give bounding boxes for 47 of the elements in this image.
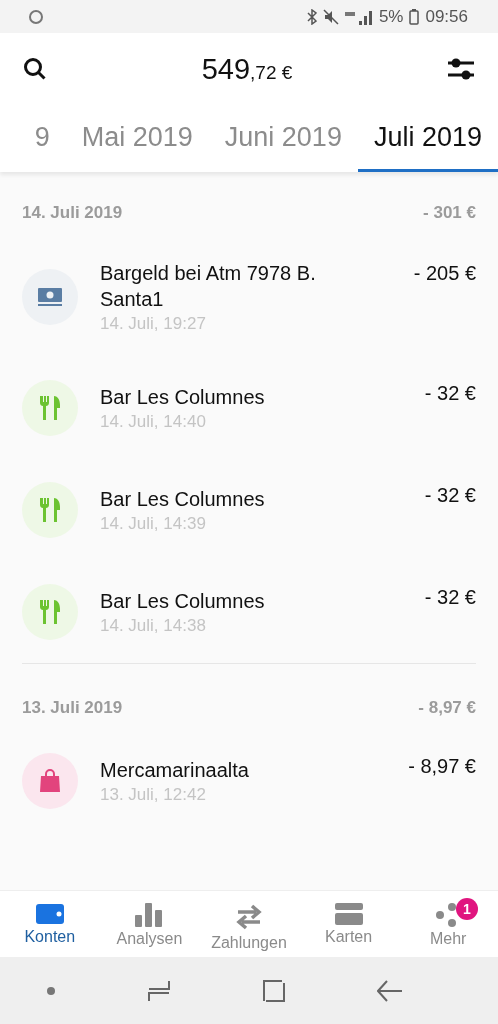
transfer-icon bbox=[234, 903, 264, 931]
transaction-amount: - 32 € bbox=[424, 483, 476, 507]
clock: 09:56 bbox=[425, 6, 468, 27]
month-tab[interactable]: 9 bbox=[18, 105, 66, 172]
transaction-amount: - 205 € bbox=[413, 261, 476, 285]
battery-percent: 5% bbox=[378, 6, 404, 27]
recents-icon bbox=[146, 978, 171, 1003]
month-tab[interactable]: Mai 2019 bbox=[65, 105, 209, 172]
transaction-title: Bar Les Columnes bbox=[100, 385, 266, 410]
search-button[interactable] bbox=[22, 56, 48, 82]
group-date: 13. Juli 2019 bbox=[22, 698, 123, 718]
battery-icon bbox=[409, 8, 420, 25]
fork-knife-icon bbox=[38, 395, 62, 421]
notification-badge: 1 bbox=[455, 898, 478, 920]
nav-tab[interactable]: Analysen bbox=[99, 891, 200, 957]
transaction-title: Bar Les Columnes bbox=[100, 487, 266, 512]
bluetooth-icon bbox=[306, 8, 317, 25]
banknote-icon bbox=[37, 287, 63, 307]
transaction-title: Bar Les Columnes bbox=[100, 589, 266, 614]
mute-icon bbox=[322, 8, 339, 25]
bar-chart-icon bbox=[135, 903, 164, 927]
balance: 549,72 € bbox=[201, 52, 293, 86]
group-total: - 8,97 € bbox=[418, 698, 476, 718]
nav-tab[interactable]: Mehr 1 bbox=[398, 891, 498, 957]
month-tab[interactable]: Juli 2019 bbox=[357, 105, 498, 172]
transaction-amount: - 8,97 € bbox=[408, 754, 476, 778]
fork-knife-icon bbox=[38, 497, 62, 523]
month-tab[interactable]: Juni 2019 bbox=[208, 105, 358, 172]
group-date: 14. Juli 2019 bbox=[22, 203, 123, 223]
back-icon bbox=[376, 978, 403, 1003]
transaction-title: Bargeld bei Atm 7978 B. Santa1 bbox=[100, 261, 317, 312]
dot-icon bbox=[45, 985, 56, 996]
fork-knife-icon bbox=[38, 599, 62, 625]
wallet-icon bbox=[35, 903, 64, 925]
group-total: - 301 € bbox=[423, 203, 476, 223]
status-ring-icon bbox=[28, 8, 44, 25]
transaction-amount: - 32 € bbox=[424, 381, 476, 405]
transaction-amount: - 32 € bbox=[424, 585, 476, 609]
home-icon bbox=[261, 978, 286, 1003]
filter-button[interactable] bbox=[446, 56, 476, 82]
signal-icon bbox=[344, 8, 373, 25]
nav-tab[interactable]: Konten bbox=[0, 891, 100, 957]
nav-tab[interactable]: Karten bbox=[298, 891, 399, 957]
transaction-title: Mercamarinaalta bbox=[100, 758, 250, 783]
bag-icon bbox=[38, 768, 62, 794]
card-icon bbox=[334, 903, 363, 925]
nav-tab[interactable]: Zahlungen bbox=[199, 891, 299, 957]
